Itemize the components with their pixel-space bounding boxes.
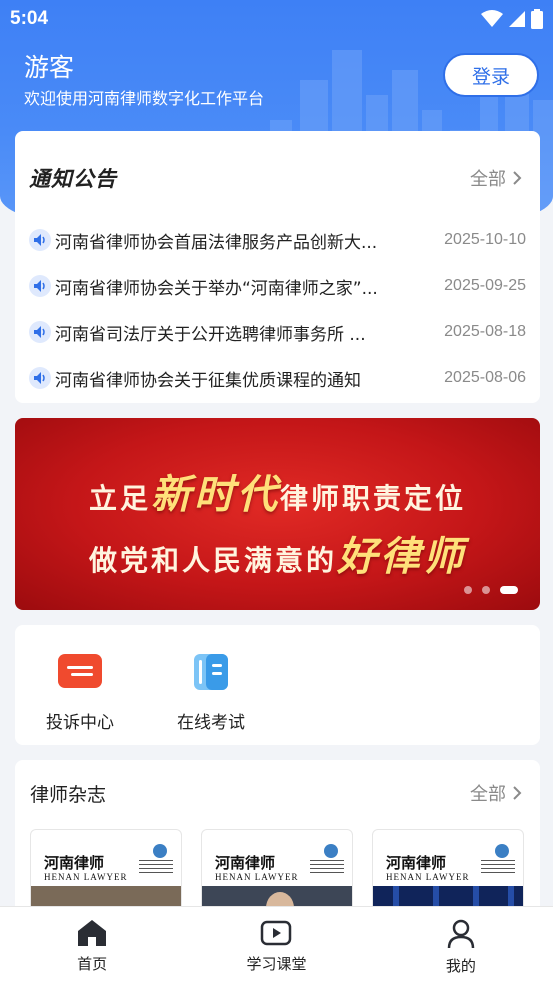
- magazine-name-en: HENAN LAWYER: [44, 872, 128, 882]
- play-icon: [261, 920, 292, 946]
- speaker-icon: [29, 367, 51, 389]
- magazine-more-label: 全部: [470, 784, 506, 805]
- nav-home[interactable]: 首页: [0, 907, 184, 984]
- speaker-icon: [29, 321, 51, 343]
- notice-item-date: 2025-08-06: [444, 369, 526, 386]
- emblem-icon: [153, 844, 167, 858]
- notice-item-date: 2025-08-18: [444, 323, 526, 340]
- signal-icon: [509, 11, 525, 27]
- speaker-icon: [29, 275, 51, 297]
- user-icon: [447, 919, 475, 949]
- emblem-icon: [324, 844, 338, 858]
- magazine-more-link[interactable]: 全部: [470, 780, 522, 806]
- wifi-icon: [481, 10, 503, 27]
- online-exam-label: 在线考试: [177, 713, 245, 733]
- notice-item[interactable]: 河南省律师协会关于征集优质课程的通知 2025-08-06: [29, 355, 526, 401]
- nav-study-label: 学习课堂: [246, 955, 307, 973]
- notice-item-text: 河南省司法厅关于公开选聘律师事务所 ...: [55, 324, 366, 345]
- banner-line-1-accent: 新时代: [151, 471, 280, 518]
- home-icon: [78, 920, 107, 946]
- emblem-icon: [495, 844, 509, 858]
- banner-line-2: 做党和人民满意的好律师: [15, 524, 540, 582]
- speaker-icon: [29, 229, 51, 251]
- notice-title: 通知公告: [29, 167, 117, 191]
- nav-home-label: 首页: [77, 955, 108, 973]
- status-time: 5:04: [10, 8, 49, 29]
- cover-fine-print: [310, 860, 344, 874]
- login-button[interactable]: 登录: [443, 53, 539, 97]
- magazine-name: 河南律师: [215, 854, 276, 872]
- status-bar: 5:04: [0, 0, 553, 38]
- banner-line-1: 立足新时代律师职责定位: [15, 462, 540, 520]
- notice-item-text: 河南省律师协会首届法律服务产品创新大...: [55, 232, 378, 253]
- chevron-right-icon: [513, 171, 522, 185]
- quick-actions-card: 投诉中心 在线考试: [15, 625, 540, 745]
- chevron-right-icon: [513, 786, 522, 800]
- bottom-nav: 首页 学习课堂 我的: [0, 906, 553, 984]
- notice-item-date: 2025-09-25: [444, 277, 526, 294]
- notice-more-link[interactable]: 全部: [470, 165, 522, 191]
- complaint-center-label: 投诉中心: [46, 713, 114, 733]
- carousel-indicator: [464, 586, 518, 594]
- banner-line-1-part-a: 立足: [88, 482, 151, 515]
- notice-list: 河南省律师协会首届法律服务产品创新大... 2025-10-10 河南省律师协会…: [29, 217, 526, 401]
- cover-fine-print: [139, 860, 173, 874]
- notice-item[interactable]: 河南省律师协会首届法律服务产品创新大... 2025-10-10: [29, 217, 526, 263]
- nav-mine-label: 我的: [445, 957, 476, 975]
- notice-item[interactable]: 河南省律师协会关于举办“河南律师之家”... 2025-09-25: [29, 263, 526, 309]
- notice-card: 通知公告 全部 河南省律师协会首届法律服务产品创新大... 2025-10-10…: [15, 131, 540, 403]
- user-name: 游客: [24, 53, 75, 82]
- magazine-name-en: HENAN LAWYER: [215, 872, 299, 882]
- carousel-dot[interactable]: [482, 586, 490, 594]
- carousel-dot[interactable]: [464, 586, 472, 594]
- home-screen: 5:04 游客 欢迎使用河南律师数字化工作平台 登录 通知公告 全部 河南省律师…: [0, 0, 553, 984]
- banner-line-1-part-b: 律师职责定位: [280, 482, 467, 515]
- banner-line-2-part-a: 做党和人民满意的: [88, 544, 337, 577]
- promo-banner-carousel[interactable]: 立足新时代律师职责定位 做党和人民满意的好律师: [15, 418, 540, 610]
- magazine-section-title: 律师杂志: [30, 784, 107, 806]
- notice-more-label: 全部: [470, 169, 506, 190]
- carousel-dot-active[interactable]: [500, 586, 518, 594]
- online-exam-button[interactable]: 在线考试: [161, 652, 261, 733]
- welcome-text: 欢迎使用河南律师数字化工作平台: [24, 89, 265, 108]
- notice-item[interactable]: 河南省司法厅关于公开选聘律师事务所 ... 2025-08-18: [29, 309, 526, 355]
- notice-item-text: 河南省律师协会关于举办“河南律师之家”...: [55, 278, 378, 299]
- complaint-icon: [58, 654, 102, 688]
- banner-line-2-accent: 好律师: [337, 533, 466, 580]
- complaint-center-button[interactable]: 投诉中心: [30, 652, 130, 733]
- exam-icon: [194, 654, 228, 690]
- magazine-name: 河南律师: [44, 854, 105, 872]
- nav-mine[interactable]: 我的: [369, 907, 553, 984]
- magazine-name: 河南律师: [386, 854, 447, 872]
- magazine-name-en: HENAN LAWYER: [386, 872, 470, 882]
- nav-study[interactable]: 学习课堂: [184, 907, 368, 984]
- status-icons: [481, 9, 543, 29]
- cover-fine-print: [481, 860, 515, 874]
- notice-item-text: 河南省律师协会关于征集优质课程的通知: [55, 370, 361, 391]
- battery-icon: [531, 9, 543, 29]
- notice-item-date: 2025-10-10: [444, 231, 526, 248]
